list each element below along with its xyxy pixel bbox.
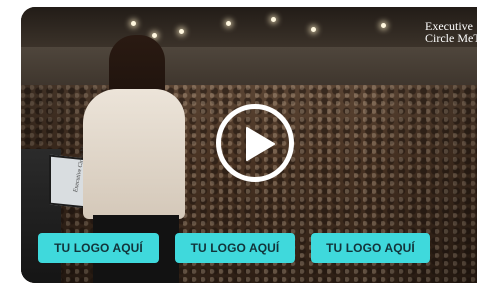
watermark-line-2: Circle MeT xyxy=(425,31,477,44)
play-button[interactable] xyxy=(216,104,294,182)
play-icon xyxy=(246,127,275,161)
ceiling-light xyxy=(226,21,231,26)
ceiling-light xyxy=(152,33,157,38)
ceiling-light xyxy=(179,29,184,34)
ceiling-light xyxy=(271,17,276,22)
speaker-jacket xyxy=(83,89,185,219)
brand-watermark: Executive Circle MeT xyxy=(425,20,477,44)
ceiling-light xyxy=(131,21,136,26)
ceiling-light xyxy=(311,27,316,32)
logo-button-2[interactable]: TU LOGO AQUÍ xyxy=(175,233,295,263)
ceiling-light xyxy=(381,23,386,28)
logo-button-3[interactable]: TU LOGO AQUÍ xyxy=(311,233,430,263)
logo-button-1[interactable]: TU LOGO AQUÍ xyxy=(38,233,159,263)
